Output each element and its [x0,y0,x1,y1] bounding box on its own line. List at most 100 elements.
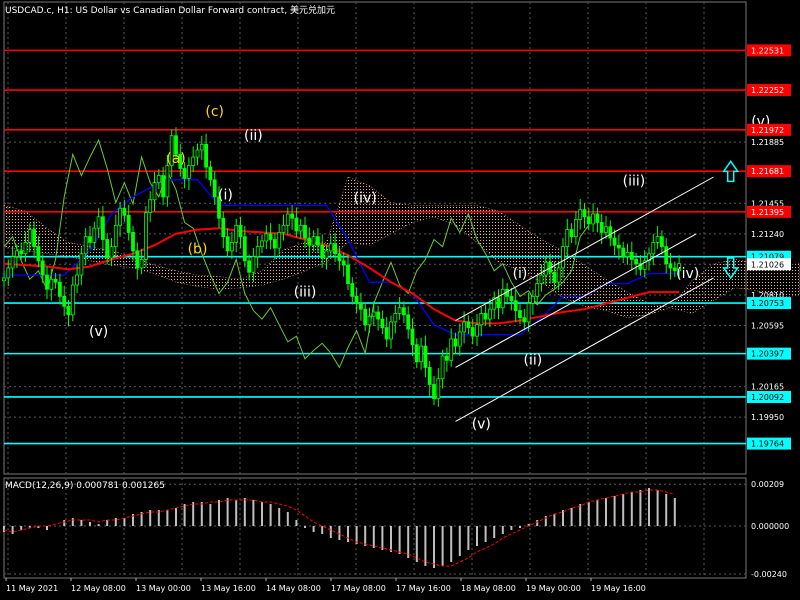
candle-body [401,307,406,316]
wave-label: (a) [166,151,186,167]
price-line-value: 1.22252 [751,86,784,95]
candle-body [328,243,333,252]
macd-y-tick-label: 0.000000 [751,522,789,531]
candle-body [251,256,256,273]
candle-body [651,241,656,255]
candle-body [229,241,234,252]
candle-body [427,367,432,385]
y-tick-label: 1.20595 [751,322,784,331]
candle-body [303,224,307,239]
candle-body [608,226,613,239]
candle-body [668,263,673,269]
wave-label: (ii) [244,128,263,144]
candle-body [204,143,209,168]
price-chart[interactable]: (a) (b) (c) (i) (ii) (iii) (iv) (v) (v) (i) (ii) (i… [0,0,800,600]
price-line-value: 1.21395 [751,208,784,217]
candle-body [268,233,273,240]
macd-y-tick-label: -0.00240 [751,570,787,579]
candle-body [531,295,535,304]
candle-body [92,227,97,243]
candle-body [475,324,479,337]
candle-body [354,295,359,304]
y-tick-label: 1.21885 [751,138,784,147]
candle-body [23,241,28,255]
candle-body [440,355,445,380]
candle-body [479,313,484,326]
wave-label: (v) [472,417,491,433]
candle-body [242,236,247,262]
candle-body [118,207,122,226]
candle-body [10,256,15,269]
candle-body [315,236,320,246]
candle-body [307,237,312,246]
candle-body [513,300,518,311]
price-line-value: 1.21972 [751,126,784,135]
candle-body [629,251,634,260]
candle-body [225,236,230,252]
x-tick-label: 13 May 16:00 [201,584,256,593]
macd-y-tick-label: 0.00209 [751,480,784,489]
candle-body [389,321,393,340]
candle-body [341,260,346,266]
macd-title: MACD(12,26,9) 0.000781 0.001265 [5,481,165,491]
wave-label: (b) [188,242,208,258]
candle-body [186,165,191,179]
candle-body [62,295,67,307]
price-line-value: 1.19764 [751,440,784,449]
candle-body [66,305,71,316]
candle-body [320,244,325,259]
candle-body [88,236,92,243]
candle-body [518,310,522,319]
candle-body [238,224,243,238]
candle-body [324,250,329,259]
candle-body [70,284,75,316]
candle-body [49,278,54,290]
candle-body [384,327,389,340]
candle-body [58,281,62,297]
candle-body [36,246,41,262]
candle-body [195,149,200,158]
candle-body [221,217,226,238]
candle-body [457,331,462,347]
candle-body [298,224,303,232]
candle-body [432,384,436,400]
wave-label: (iii) [623,174,646,190]
candle-body [191,156,196,167]
candle-body [604,226,608,233]
price-line-value: 1.20397 [751,350,784,359]
x-tick-label: 13 May 00:00 [136,584,191,593]
candle-body [591,213,595,225]
candle-body [371,311,376,317]
candle-body [264,233,269,242]
candle-body [599,222,604,233]
candle-body [101,216,105,240]
candle-body [376,311,381,320]
candle-body [161,175,166,198]
candle-body [143,212,148,260]
candle-body [122,207,127,216]
candle-body [294,217,299,232]
candle-body [53,278,58,283]
candle-body [333,243,338,255]
candle-body [363,308,368,326]
candle-body [423,345,428,368]
candle-body [436,378,441,400]
candle-body [6,267,11,279]
candle-body [131,232,135,252]
candle-body [40,260,45,276]
candle-body [393,313,398,323]
candle-body [664,246,669,265]
x-tick-label: 14 May 08:00 [266,584,321,593]
candle-body [655,236,660,243]
candle-body [380,318,385,329]
candle-body [483,313,488,320]
candle-body [569,229,574,238]
candle-body [2,277,6,282]
candle-body [281,224,286,233]
grid [4,2,746,578]
candle-body [247,260,252,273]
candle-body [75,274,79,286]
y-tick-label: 1.19950 [751,413,784,422]
candle-body [586,216,591,225]
price-line-value: 1.21681 [751,167,784,176]
